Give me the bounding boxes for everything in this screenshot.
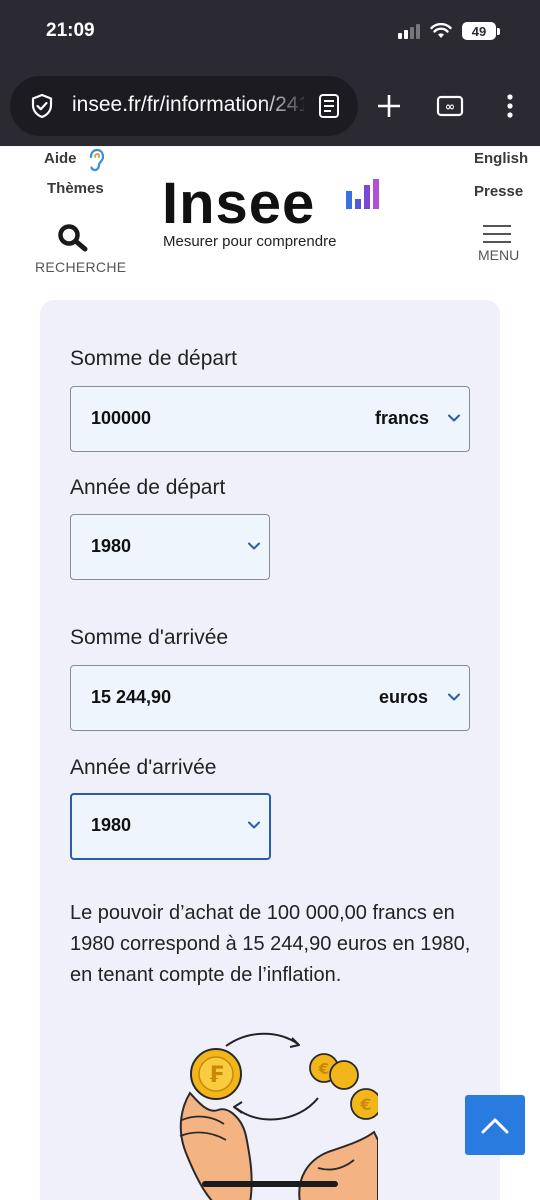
- arrow-up-icon: [481, 1118, 509, 1134]
- start-amount-field[interactable]: 100000 francs: [70, 386, 470, 452]
- search-icon[interactable]: [57, 224, 89, 252]
- more-icon: [507, 94, 513, 118]
- converter-card: Somme de départ 100000 francs Année de d…: [40, 300, 500, 1200]
- hamburger-icon[interactable]: [482, 224, 512, 244]
- start-currency-select[interactable]: francs: [375, 408, 429, 429]
- end-currency-select[interactable]: euros: [379, 687, 428, 708]
- logo-bars-icon: [346, 179, 379, 209]
- end-year-value[interactable]: 1980: [91, 815, 131, 836]
- start-year-label: Année de départ: [70, 476, 226, 499]
- svg-text:∞: ∞: [445, 100, 455, 114]
- plus-icon: [378, 95, 400, 117]
- start-year-select[interactable]: 1980: [70, 514, 270, 580]
- new-tab-button[interactable]: [371, 88, 407, 124]
- currency-exchange-illustration: ₣ € €: [179, 1032, 378, 1200]
- shield-icon[interactable]: [28, 92, 56, 120]
- start-amount-value[interactable]: 100000: [91, 408, 151, 429]
- chevron-down-icon[interactable]: [447, 413, 461, 423]
- result-text: Le pouvoir d’achat de 100 000,00 francs …: [70, 902, 471, 986]
- status-icons: 49: [398, 22, 500, 40]
- tabs-icon: ∞: [436, 95, 464, 117]
- end-year-select[interactable]: 1980: [70, 793, 271, 860]
- end-amount-field[interactable]: 15 244,90 euros: [70, 665, 470, 731]
- svg-text:€: €: [359, 1095, 371, 1114]
- url-fade: [260, 86, 310, 126]
- reader-mode-icon[interactable]: [316, 93, 342, 119]
- start-amount-label: Somme de départ: [70, 347, 237, 370]
- chevron-down-icon[interactable]: [247, 820, 261, 830]
- english-link[interactable]: English: [474, 150, 528, 167]
- signal-icon: [398, 23, 420, 39]
- svg-text:€: €: [318, 1060, 329, 1078]
- search-label[interactable]: RECHERCHE: [35, 259, 126, 275]
- presse-link[interactable]: Presse: [474, 183, 523, 200]
- home-indicator[interactable]: [202, 1181, 338, 1187]
- start-year-value[interactable]: 1980: [91, 536, 131, 557]
- browser-toolbar: insee.fr/fr/information/2417794 ∞: [0, 66, 540, 146]
- url-bar[interactable]: insee.fr/fr/information/2417794: [10, 76, 358, 136]
- ear-icon[interactable]: [86, 148, 106, 172]
- end-year-label: Année d'arrivée: [70, 756, 217, 779]
- insee-logo[interactable]: Insee: [162, 175, 315, 233]
- tabs-button[interactable]: ∞: [432, 88, 468, 124]
- chevron-down-icon[interactable]: [247, 541, 261, 551]
- svg-text:₣: ₣: [208, 1063, 223, 1088]
- menu-label[interactable]: MENU: [478, 247, 519, 263]
- wifi-icon: [430, 23, 452, 38]
- chevron-down-icon[interactable]: [447, 692, 461, 702]
- logo-tagline: Mesurer pour comprendre: [163, 233, 337, 250]
- scroll-to-top-button[interactable]: [465, 1095, 525, 1155]
- themes-link[interactable]: Thèmes: [47, 180, 104, 197]
- end-amount-label: Somme d'arrivée: [70, 626, 229, 649]
- page-content: Somme de départ 100000 francs Année de d…: [0, 283, 540, 1200]
- end-amount-value[interactable]: 15 244,90: [91, 687, 171, 708]
- battery-indicator: 49: [462, 22, 500, 40]
- status-time: 21:09: [46, 20, 95, 41]
- status-bar: 21:09 49: [0, 0, 540, 66]
- aide-link[interactable]: Aide: [44, 150, 77, 167]
- more-menu-button[interactable]: [492, 88, 528, 124]
- site-header: Aide Thèmes English Presse Insee Mesurer…: [0, 147, 540, 283]
